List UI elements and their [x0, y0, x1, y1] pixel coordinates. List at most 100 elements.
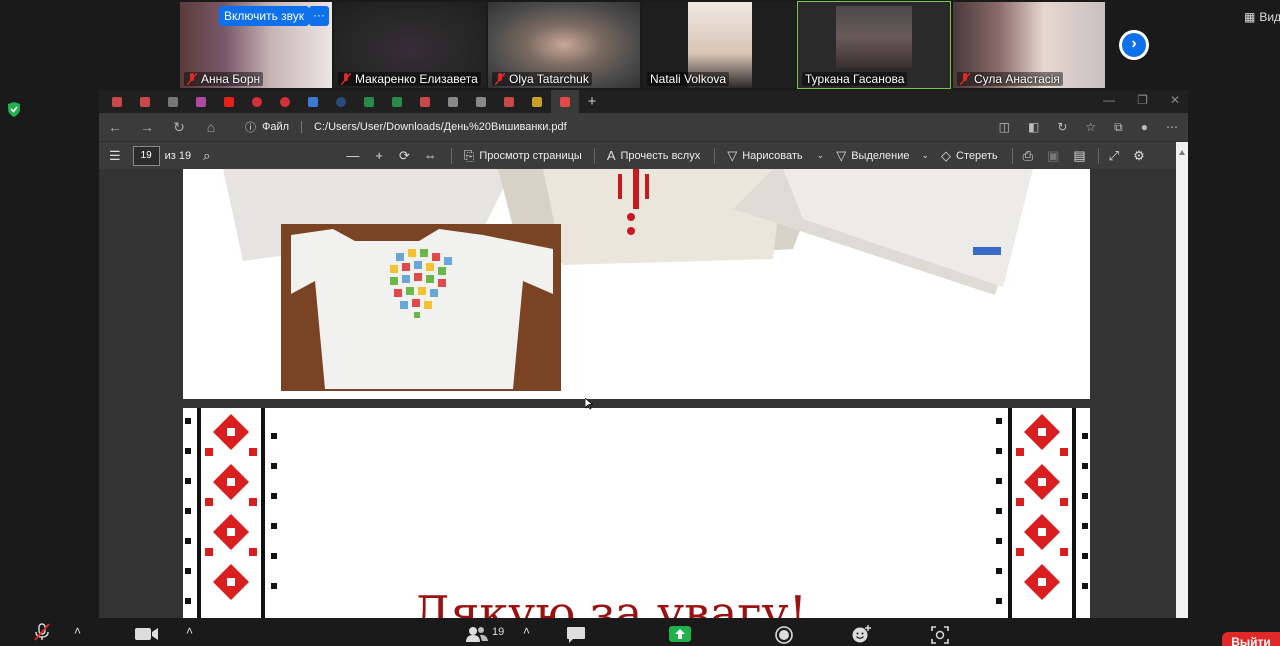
profile-avatar[interactable]: ●: [1141, 120, 1148, 135]
browser-tab[interactable]: [523, 90, 551, 113]
extension-icon[interactable]: ◧: [1028, 120, 1039, 135]
chevron-up-icon[interactable]: ˄: [186, 624, 193, 638]
minimize-icon[interactable]: —: [1103, 93, 1115, 107]
browser-tab[interactable]: [355, 90, 383, 113]
chevron-down-icon[interactable]: ⌄: [817, 150, 825, 161]
browser-tab[interactable]: [215, 90, 243, 113]
browser-tab[interactable]: [243, 90, 271, 113]
collections-icon[interactable]: ⧉: [1114, 120, 1123, 135]
muted-mic-icon: [186, 72, 198, 86]
meeting-controls-bar: ˄ ˄ 19 ˄: [0, 618, 1280, 646]
record-icon[interactable]: [775, 626, 793, 644]
url-text: C:/Users/User/Downloads/День%20Вишиванки…: [314, 121, 567, 133]
close-icon[interactable]: ✕: [1170, 93, 1180, 107]
apps-icon[interactable]: [931, 626, 949, 644]
fit-page-icon[interactable]: ⇔: [424, 148, 437, 163]
pdf-tab-icon: [112, 96, 122, 107]
sheet-tab-icon: [392, 96, 402, 107]
browser-tab[interactable]: [439, 90, 467, 113]
browser-tab[interactable]: [383, 90, 411, 113]
search-icon[interactable]: ⌕: [203, 148, 210, 164]
browser-tab[interactable]: [411, 90, 439, 113]
chat-icon[interactable]: [566, 626, 586, 644]
restore-icon[interactable]: ❐: [1137, 93, 1148, 107]
browser-tab[interactable]: [327, 90, 355, 113]
browser-tab[interactable]: [467, 90, 495, 113]
zoom-in-icon[interactable]: +: [375, 148, 383, 163]
highlight-button[interactable]: ▽ Выделение: [836, 148, 909, 164]
browser-tab[interactable]: [103, 90, 131, 113]
participant-name: Olya Tatarchuk: [509, 72, 589, 86]
leave-meeting-button[interactable]: Выйти: [1222, 632, 1280, 646]
erase-button[interactable]: ◇ Стереть: [941, 148, 998, 164]
save-as-icon[interactable]: ▤: [1073, 148, 1085, 164]
pdf-scrollbar[interactable]: [1176, 142, 1188, 618]
url-field[interactable]: ⓘ Файл C:/Users/User/Downloads/День%20Ви…: [245, 119, 567, 135]
participant-tile-active-speaker[interactable]: Туркана Гасанова: [797, 1, 951, 89]
participant-tile[interactable]: Макаренко Елизавета: [334, 2, 486, 88]
browser-tab[interactable]: [495, 90, 523, 113]
participant-tile[interactable]: Сула Анастасія: [953, 2, 1105, 88]
chevron-down-icon[interactable]: ⌄: [922, 150, 930, 161]
page-view-button[interactable]: ⎘ Просмотр страницы: [464, 148, 582, 164]
home-icon[interactable]: ⌂: [195, 119, 227, 135]
mute-microphone-icon[interactable]: [34, 623, 50, 641]
reload-icon[interactable]: ↻: [163, 119, 195, 136]
zoom-out-icon[interactable]: —: [346, 148, 359, 163]
embroidery-border-left: [183, 408, 279, 618]
chevron-up-icon[interactable]: ˄: [523, 624, 530, 638]
page-tab-icon: [168, 96, 178, 107]
book-tab-icon: [308, 96, 318, 107]
browser-tab[interactable]: [271, 90, 299, 113]
draw-button[interactable]: ▽ Нарисовать: [727, 148, 802, 164]
back-icon[interactable]: ←: [99, 119, 131, 135]
pen-icon: ▽: [727, 147, 738, 163]
refresh-icon[interactable]: ↻: [1057, 120, 1067, 135]
pdf-tab-icon: [504, 96, 514, 107]
new-tab-button[interactable]: +: [579, 93, 605, 110]
browser-tab[interactable]: [299, 90, 327, 113]
thanks-heading: Дякую за увагу!: [413, 586, 808, 618]
gallery-next-page-button[interactable]: ›: [1119, 30, 1149, 60]
globe-tab-icon: [336, 96, 346, 107]
file-scheme-label: Файл: [262, 121, 290, 133]
video-camera-icon[interactable]: [135, 627, 159, 641]
encryption-shield-icon[interactable]: [7, 102, 21, 117]
fullscreen-icon[interactable]: ⤢: [1109, 148, 1119, 164]
highlighter-icon: ▽: [836, 147, 847, 163]
participant-gallery: Анна Борн Включить звук ··· Макаренко Ел…: [0, 0, 1280, 90]
forward-icon[interactable]: →: [131, 119, 163, 135]
settings-icon[interactable]: ⚙: [1133, 148, 1145, 164]
read-mode-icon[interactable]: ◫: [999, 120, 1010, 135]
browser-tab[interactable]: [131, 90, 159, 113]
favorites-icon[interactable]: ☆: [1085, 120, 1096, 135]
page-number-input[interactable]: 19: [132, 145, 160, 166]
view-button[interactable]: ▦ Вид: [1244, 10, 1280, 24]
browser-tab[interactable]: [159, 90, 187, 113]
participants-icon[interactable]: [466, 626, 488, 642]
more-options-button[interactable]: ···: [309, 6, 329, 26]
shirt-drawings-collage: [183, 169, 1090, 399]
participant-tile[interactable]: Natali Volkova: [643, 2, 795, 88]
rotate-icon[interactable]: ⟳: [399, 148, 410, 164]
contents-icon[interactable]: ☰: [109, 148, 121, 164]
unmute-request-button[interactable]: Включить звук: [219, 6, 310, 26]
tab-bar: + — ❐ ✕: [99, 90, 1188, 113]
read-aloud-button[interactable]: A Прочесть вслух: [607, 148, 700, 163]
chevron-up-icon[interactable]: ˄: [74, 624, 81, 638]
pdf-viewer[interactable]: Дякую за увагу!: [99, 169, 1188, 618]
scroll-up-arrow-icon[interactable]: [1179, 150, 1185, 155]
browser-tab-active[interactable]: [551, 90, 579, 113]
browser-tab[interactable]: [187, 90, 215, 113]
page-tab-icon: [448, 96, 458, 107]
print-icon[interactable]: ⎙: [1023, 148, 1033, 164]
participant-tile[interactable]: Olya Tatarchuk: [488, 2, 640, 88]
share-screen-icon[interactable]: [669, 626, 691, 642]
save-icon[interactable]: ▣: [1047, 148, 1059, 164]
youtube-tab-icon: [224, 96, 234, 107]
menu-icon[interactable]: ⋯: [1166, 120, 1178, 135]
grid-view-icon: ▦: [1244, 10, 1256, 24]
reactions-icon[interactable]: [852, 625, 872, 643]
page-tab-icon: [420, 96, 430, 107]
sheet-tab-icon: [364, 96, 374, 107]
